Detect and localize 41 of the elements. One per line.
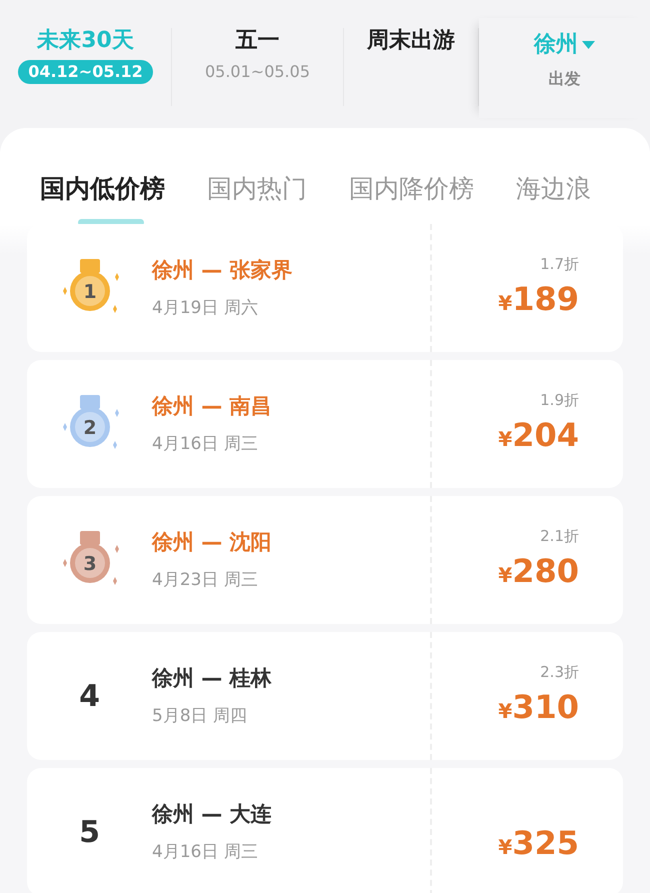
price: 310 — [512, 688, 579, 726]
route-title: 徐州 — 南昌 — [152, 392, 272, 420]
city-selector[interactable]: 徐州 — [534, 28, 578, 61]
category-tab[interactable]: 国内低价榜 — [40, 154, 165, 224]
route-title: 徐州 — 桂林 — [152, 664, 272, 692]
route-title: 徐州 — 大连 — [152, 800, 272, 828]
filter-title: 周末出游 — [366, 28, 456, 54]
travel-date: 4月23日 周三 — [152, 569, 259, 592]
category-tab[interactable]: 海边浪 — [516, 154, 591, 224]
price: 189 — [512, 280, 579, 318]
price: 280 — [512, 552, 579, 590]
travel-date: 4月19日 周六 — [152, 297, 259, 320]
travel-date: 5月8日 周四 — [152, 705, 248, 728]
category-tab[interactable]: 国内降价榜 — [349, 154, 474, 224]
discount-label: 1.7折 — [539, 254, 579, 275]
price: 204 — [512, 416, 579, 454]
discount-label: 1.9折 — [539, 390, 579, 411]
date-filter-tab[interactable]: 五一 05.01~05.05 — [172, 28, 344, 106]
category-tab[interactable]: 国内热门 — [207, 154, 307, 224]
discount-label: 2.1折 — [539, 526, 579, 547]
currency-symbol: ¥ — [498, 835, 512, 859]
price: 325 — [512, 824, 579, 862]
caret-icon — [582, 40, 595, 48]
date-range: 04.12~05.12 — [18, 60, 153, 84]
currency-symbol: ¥ — [498, 427, 512, 452]
currency-symbol: ¥ — [498, 291, 512, 316]
route-title: 徐州 — 沈阳 — [152, 528, 272, 556]
filter-title: 五一 — [234, 28, 280, 54]
date-filter-tab[interactable]: 周末出游 — [344, 28, 479, 106]
departure-label: 出发 — [548, 68, 582, 90]
travel-date: 4月16日 周三 — [152, 841, 259, 864]
rank-number: 4 — [79, 678, 100, 716]
currency-symbol: ¥ — [498, 563, 512, 588]
rank-number: 5 — [79, 814, 100, 852]
filter-title: 未来30天 — [36, 28, 135, 54]
date-filter-tab[interactable]: 未来30天 04.12~05.12 — [0, 28, 172, 106]
discount-label: 2.3折 — [539, 662, 579, 683]
currency-symbol: ¥ — [498, 699, 512, 724]
travel-date: 4月16日 周三 — [152, 433, 259, 456]
date-range: 05.01~05.05 — [204, 61, 311, 84]
route-title: 徐州 — 张家界 — [152, 256, 293, 284]
